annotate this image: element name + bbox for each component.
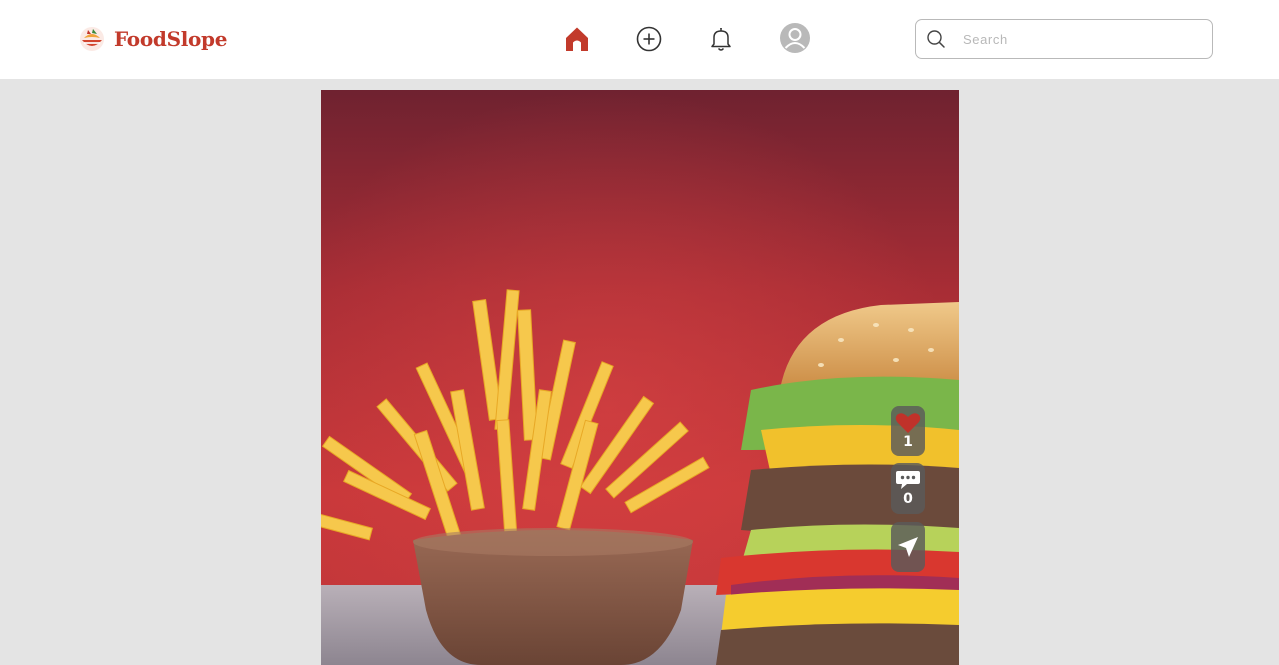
nav-profile-button[interactable]: [779, 22, 811, 54]
home-icon: [566, 27, 588, 51]
avatar-icon: [780, 23, 810, 53]
brand[interactable]: FoodSlope: [79, 24, 227, 54]
like-button[interactable]: 1: [891, 406, 925, 456]
nav-notifications-button[interactable]: [705, 23, 737, 55]
nav-home-button[interactable]: [561, 23, 593, 55]
send-arrow-icon: [895, 536, 921, 558]
search-input[interactable]: [963, 31, 1203, 47]
like-count: 1: [903, 434, 913, 450]
foodslope-logo-icon: [79, 26, 105, 52]
share-button[interactable]: [891, 522, 925, 572]
top-navbar: FoodSlope: [0, 0, 1279, 79]
heart-icon: [895, 412, 921, 434]
comment-button[interactable]: 0: [891, 463, 925, 514]
post-photo-burger-fries: [321, 90, 959, 665]
nav-create-button[interactable]: [633, 23, 665, 55]
plus-circle-icon: [636, 26, 662, 52]
speech-bubble-icon: [895, 469, 921, 491]
search-icon: [925, 28, 947, 50]
search-bar[interactable]: [915, 19, 1213, 59]
bell-icon: [711, 28, 731, 51]
feed-post[interactable]: [321, 90, 959, 665]
comment-count: 0: [903, 491, 913, 507]
brand-name: FoodSlope: [114, 27, 228, 51]
